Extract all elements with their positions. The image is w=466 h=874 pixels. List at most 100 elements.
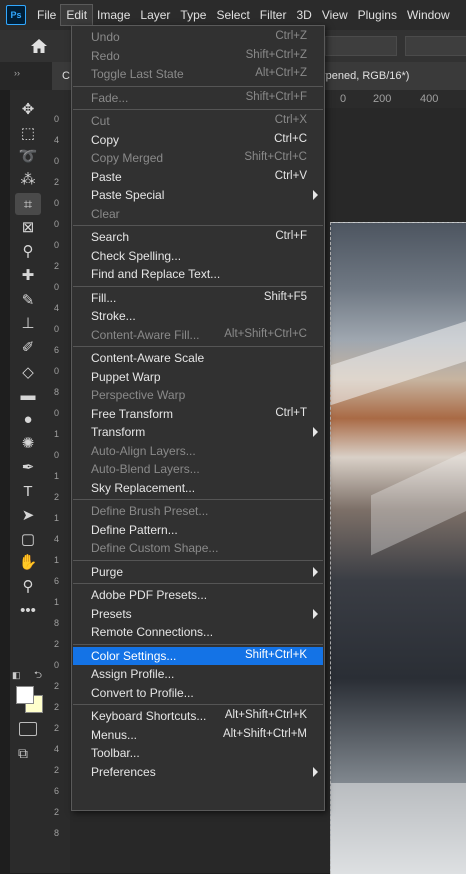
menu-item-define-pattern[interactable]: Define Pattern... xyxy=(73,521,323,539)
menu-item-label: Clear xyxy=(91,206,120,221)
history-brush-icon[interactable]: ✐ xyxy=(15,336,41,358)
menu-item-convert-to-profile[interactable]: Convert to Profile... xyxy=(73,684,323,702)
menu-item-keyboard-shortcuts[interactable]: Keyboard Shortcuts... Alt+Shift+Ctrl+K xyxy=(73,707,323,725)
blur-icon[interactable]: ● xyxy=(15,408,41,430)
menu-type[interactable]: Type xyxy=(175,5,211,25)
path-select-icon[interactable]: ➤ xyxy=(15,504,41,526)
menu-item-find-and-replace-text[interactable]: Find and Replace Text... xyxy=(73,265,323,283)
menu-item-shortcut: Alt+Shift+Ctrl+K xyxy=(224,709,307,721)
gradient-icon[interactable]: ▬ xyxy=(15,384,41,406)
menu-item-define-brush-preset[interactable]: Define Brush Preset... xyxy=(73,502,323,520)
menu-item-paste-special[interactable]: Paste Special xyxy=(73,186,323,204)
more-tools-icon[interactable]: ••• xyxy=(15,599,41,621)
menu-item-sky-replacement[interactable]: Sky Replacement... xyxy=(73,479,323,497)
marquee-icon[interactable]: ⬚ xyxy=(15,122,41,144)
menu-item-transform[interactable]: Transform xyxy=(73,423,323,441)
submenu-arrow-icon xyxy=(313,190,318,200)
menu-separator xyxy=(73,346,323,347)
menu-select[interactable]: Select xyxy=(211,5,254,25)
menu-item-label: Paste Special xyxy=(91,188,165,202)
menu-item-auto-align-layers[interactable]: Auto-Align Layers... xyxy=(73,442,323,460)
ruler-label: 8 xyxy=(54,618,60,628)
menu-item-menus[interactable]: Menus... Alt+Shift+Ctrl+M xyxy=(73,726,323,744)
ruler-label: 1 xyxy=(54,471,60,481)
brush-icon[interactable]: ✎ xyxy=(15,289,41,311)
menu-item-redo[interactable]: Redo Shift+Ctrl+Z xyxy=(73,47,323,65)
menu-item-content-aware-fill[interactable]: Content-Aware Fill... Alt+Shift+Ctrl+C xyxy=(73,326,323,344)
foreground-color-swatch[interactable] xyxy=(16,686,34,704)
quick-select-icon[interactable]: ⁂ xyxy=(15,168,41,190)
menu-item-search[interactable]: Search Ctrl+F xyxy=(73,228,323,246)
options-field[interactable] xyxy=(405,36,466,56)
menu-item-remote-connections[interactable]: Remote Connections... xyxy=(73,623,323,641)
hand-icon[interactable]: ✋ xyxy=(15,551,41,573)
menu-separator xyxy=(73,559,323,561)
menu-item-label: Keyboard Shortcuts... xyxy=(91,709,207,723)
photoshop-logo-icon[interactable]: Ps xyxy=(6,5,26,25)
menu-item-puppet-warp[interactable]: Puppet Warp xyxy=(73,368,323,386)
menu-3d[interactable]: 3D xyxy=(291,5,316,25)
eyedropper-icon[interactable]: ⚲ xyxy=(15,240,41,262)
crop-icon[interactable]: ⌗ xyxy=(15,193,41,215)
menu-window[interactable]: Window xyxy=(402,5,455,25)
ruler-label: 1 xyxy=(54,429,60,439)
menu-item-paste[interactable]: Paste Ctrl+V xyxy=(73,168,323,186)
menu-filter[interactable]: Filter xyxy=(255,5,292,25)
menu-item-presets[interactable]: Presets xyxy=(73,605,323,623)
ruler-label: 6 xyxy=(54,786,60,796)
pen-icon[interactable]: ✒ xyxy=(15,456,41,478)
healing-brush-icon[interactable]: ✚ xyxy=(15,264,41,286)
menu-item-auto-blend-layers[interactable]: Auto-Blend Layers... xyxy=(73,460,323,478)
menu-plugins[interactable]: Plugins xyxy=(353,5,402,25)
ruler-label: 1 xyxy=(54,597,60,607)
shape-icon[interactable]: ▢ xyxy=(15,528,41,550)
zoom-icon[interactable]: ⚲ xyxy=(15,575,41,597)
eraser-icon[interactable]: ◇ xyxy=(15,361,41,383)
menu-item-stroke[interactable]: Stroke... xyxy=(73,307,323,325)
menu-item-toggle-last-state[interactable]: Toggle Last State Alt+Ctrl+Z xyxy=(73,65,323,83)
menu-item-preferences[interactable]: Preferences xyxy=(73,763,323,781)
menu-image[interactable]: Image xyxy=(92,5,135,25)
menu-item-assign-profile[interactable]: Assign Profile... xyxy=(73,665,323,683)
menu-item-toolbar[interactable]: Toolbar... xyxy=(73,744,323,762)
quick-mask-icon[interactable] xyxy=(19,722,37,736)
menu-view[interactable]: View xyxy=(317,5,353,25)
menu-item-adobe-pdf-presets[interactable]: Adobe PDF Presets... xyxy=(73,586,323,604)
menu-item-fill[interactable]: Fill... Shift+F5 xyxy=(73,289,323,307)
stamp-icon[interactable]: ⊥ xyxy=(15,312,41,334)
ruler-label: 2 xyxy=(54,765,60,775)
menu-edit[interactable]: Edit xyxy=(60,4,94,26)
menu-item-copy-merged[interactable]: Copy Merged Shift+Ctrl+C xyxy=(73,149,323,167)
menu-item-undo[interactable]: Undo Ctrl+Z xyxy=(73,28,323,46)
mountain-photo[interactable] xyxy=(330,222,466,874)
menu-item-copy[interactable]: Copy Ctrl+C xyxy=(73,131,323,149)
default-colors-icon[interactable]: ◧ xyxy=(12,670,21,681)
dodge-icon[interactable]: ✺ xyxy=(15,432,41,454)
menu-item-content-aware-scale[interactable]: Content-Aware Scale xyxy=(73,349,323,367)
lasso-icon[interactable]: ➰ xyxy=(15,145,41,167)
menu-item-clear[interactable]: Clear xyxy=(73,205,323,223)
menu-item-define-custom-shape[interactable]: Define Custom Shape... xyxy=(73,539,323,557)
type-icon[interactable]: T xyxy=(15,480,41,502)
panel-collapse-icon[interactable]: ›› xyxy=(14,68,20,78)
menu-file[interactable]: File xyxy=(32,5,61,25)
screen-mode-icon[interactable]: ⧉ xyxy=(18,745,28,762)
menu-item-perspective-warp[interactable]: Perspective Warp xyxy=(73,386,323,404)
menu-layer[interactable]: Layer xyxy=(135,5,175,25)
frame-icon[interactable]: ⊠ xyxy=(15,216,41,238)
home-icon[interactable] xyxy=(30,38,48,54)
menu-separator xyxy=(73,704,323,705)
menu-item-color-settings[interactable]: Color Settings... Shift+Ctrl+K xyxy=(73,646,323,665)
swap-colors-icon[interactable]: ⮌ xyxy=(34,668,42,685)
menu-item-fade[interactable]: Fade... Shift+Ctrl+F xyxy=(73,89,323,107)
menu-item-cut[interactable]: Cut Ctrl+X xyxy=(73,112,323,130)
menu-item-free-transform[interactable]: Free Transform Ctrl+T xyxy=(73,405,323,423)
ruler-label: 2 xyxy=(54,639,60,649)
menu-item-shortcut: Ctrl+V xyxy=(274,169,307,182)
menu-item-check-spelling[interactable]: Check Spelling... xyxy=(73,247,323,265)
menu-item-purge[interactable]: Purge xyxy=(73,563,323,581)
menu-item-label: Presets xyxy=(91,606,132,621)
ruler-label: 0 xyxy=(54,450,60,460)
move-icon[interactable]: ✥ xyxy=(15,98,41,120)
options-field[interactable] xyxy=(325,36,397,56)
